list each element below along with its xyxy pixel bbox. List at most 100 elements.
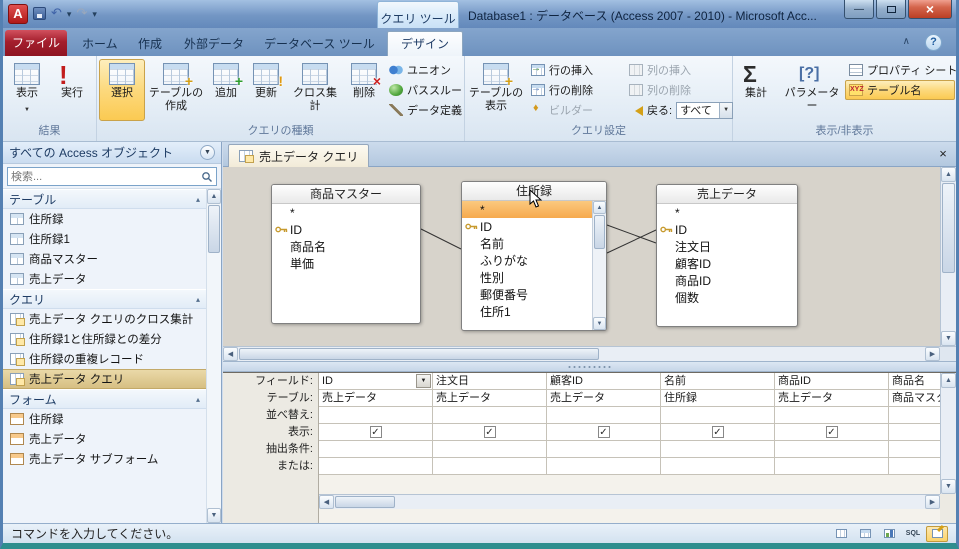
- show-checkbox[interactable]: [483, 426, 496, 438]
- scroll-left-icon[interactable]: [223, 347, 238, 361]
- return-combobox[interactable]: すべて: [676, 101, 734, 119]
- scroll-up-icon[interactable]: [941, 167, 956, 182]
- nav-group-forms[interactable]: フォーム: [3, 389, 206, 409]
- sort-cell[interactable]: [889, 407, 940, 424]
- delete-columns-button[interactable]: 列の削除: [625, 80, 731, 100]
- qat-dropdown-icon[interactable]: [92, 6, 97, 20]
- show-checkbox[interactable]: [369, 426, 382, 438]
- undo-dropdown-icon[interactable]: [67, 6, 72, 20]
- search-box[interactable]: [7, 167, 217, 186]
- field-cell[interactable]: 商品名: [889, 373, 940, 390]
- nav-pane-header[interactable]: すべての Access オブジェクト: [3, 142, 221, 164]
- help-icon[interactable]: [925, 34, 942, 51]
- scroll-thumb[interactable]: [239, 348, 599, 360]
- crosstab-button[interactable]: クロス集計: [287, 59, 343, 121]
- field-cell[interactable]: ID: [319, 373, 433, 390]
- ribbon-collapse-icon[interactable]: [903, 36, 910, 47]
- delete-query-button[interactable]: × 削除: [345, 59, 383, 121]
- table-names-button[interactable]: テーブル名: [845, 80, 955, 100]
- property-sheet-button[interactable]: プロパティ シート: [845, 60, 956, 80]
- field-row[interactable]: *: [272, 204, 420, 221]
- criteria-cell[interactable]: [661, 441, 775, 458]
- access-app-icon[interactable]: [8, 4, 28, 24]
- view-button[interactable]: 表示: [5, 59, 49, 121]
- builder-button[interactable]: ビルダー: [527, 100, 623, 120]
- field-row[interactable]: 顧客ID: [657, 255, 797, 272]
- tab-home[interactable]: ホーム: [69, 33, 131, 56]
- nav-item-query[interactable]: 住所録の重複レコード: [3, 349, 206, 369]
- field-row[interactable]: ID: [657, 221, 797, 238]
- pivotchart-view-button[interactable]: [878, 526, 900, 542]
- show-cell[interactable]: [661, 424, 775, 441]
- criteria-cell[interactable]: [433, 441, 547, 458]
- maximize-button[interactable]: [876, 0, 906, 19]
- delete-rows-button[interactable]: 行の削除: [527, 80, 623, 100]
- field-row[interactable]: 単価: [272, 255, 420, 272]
- union-button[interactable]: ユニオン: [385, 60, 463, 80]
- scroll-left-icon[interactable]: [319, 495, 334, 509]
- or-cell[interactable]: [547, 458, 661, 475]
- update-button[interactable]: ! 更新: [247, 59, 285, 121]
- pass-through-button[interactable]: パススルー: [385, 80, 463, 100]
- scroll-thumb[interactable]: [335, 496, 395, 508]
- sort-cell[interactable]: [547, 407, 661, 424]
- table-cell[interactable]: 売上データ: [319, 390, 433, 407]
- scroll-down-icon[interactable]: [941, 331, 956, 346]
- grid-vertical-scrollbar[interactable]: [940, 373, 956, 494]
- scroll-down-icon[interactable]: [593, 317, 606, 330]
- chevron-up-icon[interactable]: [196, 295, 200, 304]
- sort-cell[interactable]: [661, 407, 775, 424]
- document-close-icon[interactable]: [935, 146, 951, 162]
- datasheet-view-button[interactable]: [830, 526, 852, 542]
- scroll-right-icon[interactable]: [925, 495, 940, 509]
- nav-item-table[interactable]: 住所録1: [3, 229, 206, 249]
- undo-icon[interactable]: [51, 5, 62, 21]
- table-cell[interactable]: 売上データ: [547, 390, 661, 407]
- design-view[interactable]: 商品マスター * ID 商品名 単価 住所録 * ID 名前 ふりがな 性別 郵…: [223, 167, 940, 346]
- tab-create[interactable]: 作成: [125, 33, 175, 56]
- search-icon[interactable]: [201, 171, 213, 183]
- scroll-thumb[interactable]: [594, 215, 605, 249]
- nav-item-form[interactable]: 売上データ サブフォーム: [3, 449, 206, 469]
- show-checkbox[interactable]: [597, 426, 610, 438]
- make-table-button[interactable]: + テーブルの作成: [147, 59, 205, 121]
- field-cell[interactable]: 顧客ID: [547, 373, 661, 390]
- tab-design[interactable]: デザイン: [387, 31, 464, 56]
- show-cell[interactable]: [889, 424, 940, 441]
- sql-view-button[interactable]: SQL: [902, 526, 924, 542]
- pane-splitter[interactable]: [223, 361, 956, 372]
- show-checkbox[interactable]: [711, 426, 724, 438]
- field-row[interactable]: 性別: [462, 269, 606, 286]
- insert-rows-button[interactable]: 行の挿入: [527, 60, 623, 80]
- table-cell[interactable]: 売上データ: [433, 390, 547, 407]
- criteria-cell[interactable]: [547, 441, 661, 458]
- nav-dropdown-icon[interactable]: [200, 145, 215, 160]
- design-view-button[interactable]: [926, 525, 948, 542]
- scroll-down-icon[interactable]: [941, 479, 956, 494]
- or-cell[interactable]: [775, 458, 889, 475]
- tab-database-tools[interactable]: データベース ツール: [251, 33, 388, 56]
- data-definition-button[interactable]: データ定義: [385, 100, 463, 120]
- scroll-up-icon[interactable]: [941, 373, 956, 388]
- return-dropdown-icon[interactable]: [719, 102, 733, 118]
- scroll-thumb[interactable]: [208, 205, 220, 253]
- field-row[interactable]: *: [657, 204, 797, 221]
- criteria-cell[interactable]: [319, 441, 433, 458]
- tab-external-data[interactable]: 外部データ: [171, 33, 257, 56]
- sort-cell[interactable]: [775, 407, 889, 424]
- table-title[interactable]: 商品マスター: [272, 185, 420, 204]
- field-dropdown-icon[interactable]: [416, 374, 431, 388]
- totals-button[interactable]: 集計: [735, 59, 777, 121]
- nav-item-table[interactable]: 商品マスター: [3, 249, 206, 269]
- table-cell[interactable]: 売上データ: [775, 390, 889, 407]
- nav-item-table[interactable]: 売上データ: [3, 269, 206, 289]
- field-cell[interactable]: 名前: [661, 373, 775, 390]
- tab-file[interactable]: ファイル: [5, 30, 67, 56]
- field-row[interactable]: ID: [272, 221, 420, 238]
- field-row[interactable]: 商品名: [272, 238, 420, 255]
- nav-item-query-selected[interactable]: 売上データ クエリ: [3, 369, 206, 389]
- criteria-cell[interactable]: [889, 441, 940, 458]
- append-button[interactable]: + 追加: [207, 59, 245, 121]
- field-row[interactable]: 郵便番号: [462, 286, 606, 303]
- nav-group-tables[interactable]: テーブル: [3, 189, 206, 209]
